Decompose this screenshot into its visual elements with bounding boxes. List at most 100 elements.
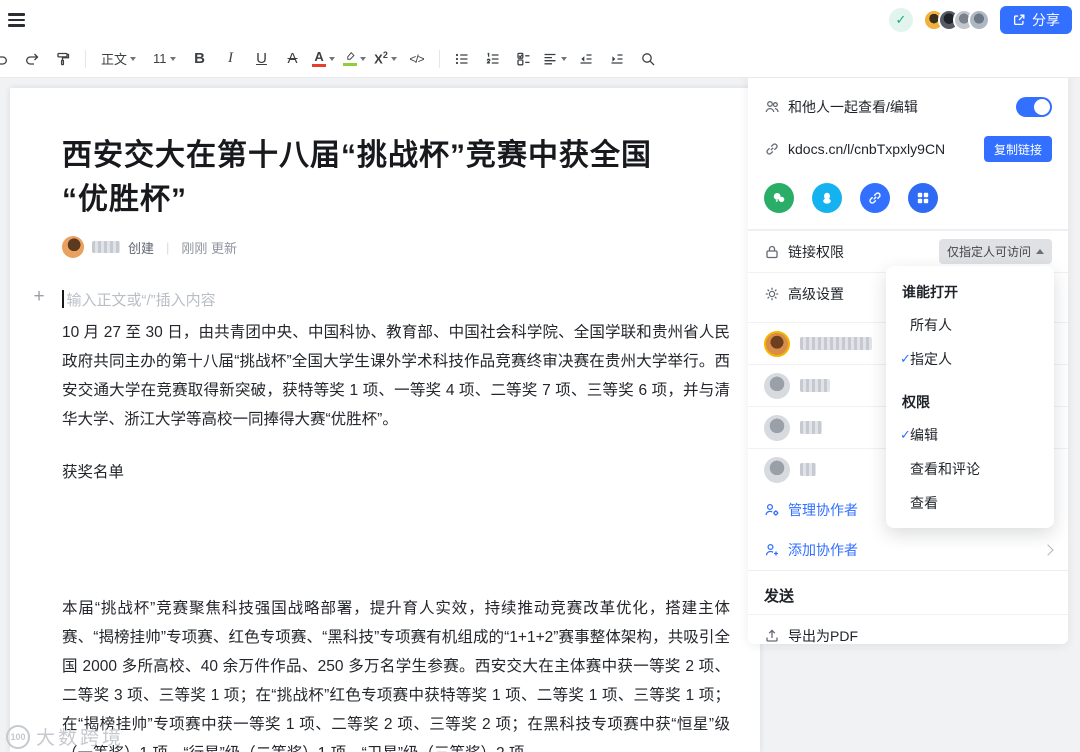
bold-button[interactable]: B [187, 46, 213, 72]
empty-paragraph[interactable]: + 输入正文或“/”插入内容 [33, 286, 730, 310]
link-icon [766, 143, 778, 155]
code-button[interactable]: </> [404, 46, 430, 72]
share-toggle-row: 和他人一起查看/编辑 [748, 87, 1068, 127]
watermark: 100 大数跨境 [6, 723, 124, 750]
document-page[interactable]: 西安交大在第十八届“挑战杯”竞赛中获全国 “优胜杯” 创建 | 刚刚 更新 + … [10, 88, 760, 752]
insert-block-button[interactable]: + [28, 286, 50, 308]
paragraph-style-value: 正文 [101, 52, 128, 67]
updated-label: 刚刚 更新 [181, 240, 238, 256]
created-label: 创建 [128, 240, 155, 256]
app-window: ✓ 分享 正文 11 B I U A A X2 </> 西安交大在第十八届“挑战… [0, 0, 1080, 752]
people-icon [765, 101, 779, 113]
option-label: 所有人 [910, 317, 952, 333]
align-dropdown[interactable] [542, 46, 568, 72]
export-pdf-row[interactable]: 导出为PDF [748, 614, 1068, 656]
format-painter-button[interactable] [50, 46, 76, 72]
share-link-url[interactable]: kdocs.cn/l/cnbTxpxly9CN [788, 141, 976, 157]
dropdown-option-specified[interactable]: ✓ 指定人 [886, 342, 1054, 376]
chevron-right-icon [1042, 544, 1054, 556]
copy-link-button[interactable]: 复制链接 [983, 136, 1052, 162]
chevron-down-icon [390, 56, 397, 61]
option-label: 查看 [910, 495, 938, 511]
format-toolbar: 正文 11 B I U A A X2 </> [0, 40, 1080, 78]
search-button[interactable] [635, 46, 661, 72]
share-button-label: 分享 [1032, 12, 1060, 28]
dropdown-option-everyone[interactable]: 所有人 [886, 308, 1054, 342]
font-size-dropdown[interactable]: 11 [147, 46, 182, 72]
superscript-button[interactable]: X2 [373, 46, 399, 72]
bullet-list-button[interactable] [449, 46, 475, 72]
link-permission-label: 链接权限 [788, 243, 844, 260]
export-pdf-icon [766, 628, 778, 642]
menu-icon[interactable] [8, 7, 34, 33]
share-link-row: kdocs.cn/l/cnbTxpxly9CN 复制链接 [748, 127, 1068, 171]
add-collaborator-icon [765, 543, 778, 556]
check-icon: ✓ [900, 427, 911, 442]
copy-link-circle-icon[interactable] [860, 183, 890, 213]
add-collaborator-label: 添加协作者 [788, 542, 858, 558]
manage-collaborators-label: 管理协作者 [788, 502, 858, 518]
chevron-down-icon [169, 56, 176, 61]
dropdown-option-view[interactable]: 查看 [886, 486, 1054, 520]
chevron-down-icon [360, 56, 367, 61]
gear-icon [765, 287, 779, 300]
chevron-down-icon [329, 56, 336, 61]
share-toggle-label: 和他人一起查看/编辑 [788, 99, 918, 115]
editor-placeholder: 输入正文或“/”插入内容 [66, 291, 216, 309]
toolbar-divider [438, 49, 440, 68]
more-apps-share-icon[interactable] [908, 183, 938, 213]
collaborator-avatar [764, 456, 790, 483]
italic-button[interactable]: I [218, 46, 244, 72]
watermark-logo: 100 [6, 724, 30, 749]
awards-heading[interactable]: 获奖名单 [62, 460, 730, 482]
dropdown-option-view-comment[interactable]: 查看和评论 [886, 452, 1054, 486]
check-icon: ✓ [900, 351, 911, 366]
creator-avatar [62, 236, 84, 258]
font-color-icon: A [312, 50, 327, 68]
highlight-button[interactable] [342, 46, 368, 72]
text-cursor [62, 290, 64, 308]
watermark-text: 大数跨境 [36, 728, 125, 749]
indent-decrease-button[interactable] [573, 46, 599, 72]
toolbar-divider [85, 49, 86, 68]
creator-name-redacted [92, 241, 120, 253]
collaborator-name-redacted [800, 379, 830, 392]
advanced-settings-label: 高级设置 [788, 285, 844, 302]
share-toggle[interactable] [1016, 97, 1052, 117]
meta-divider: | [166, 239, 170, 255]
highlight-icon [343, 51, 358, 67]
paragraph-1[interactable]: 10 月 27 至 30 日，由共青团中央、中国科协、教育部、中国社会科学院、全… [62, 318, 730, 434]
chevron-down-icon [561, 56, 568, 61]
send-section-title: 发送 [764, 588, 795, 605]
permission-dropdown: 谁能打开 所有人 ✓ 指定人 权限 ✓ 编辑 查看和评论 查看 [886, 266, 1054, 528]
collaborator-avatar [764, 330, 790, 357]
collaborator-name-redacted [800, 463, 816, 476]
numbered-list-button[interactable] [480, 46, 506, 72]
collaborator-avatar [764, 414, 790, 441]
share-button[interactable]: 分享 [1000, 6, 1072, 34]
dropdown-section-permission: 权限 [902, 394, 930, 410]
lock-icon [766, 245, 778, 258]
paragraph-style-dropdown[interactable]: 正文 [95, 46, 142, 72]
undo-button[interactable] [0, 46, 14, 72]
checklist-button[interactable] [511, 46, 537, 72]
avatar [968, 9, 990, 31]
collaborator-name-redacted [800, 337, 872, 350]
link-permission-select[interactable]: 仅指定人可访问 [938, 239, 1052, 264]
share-channels [748, 171, 1068, 229]
collaborator-avatar-group[interactable] [923, 9, 990, 31]
font-color-button[interactable]: A [311, 46, 337, 72]
indent-increase-button[interactable] [604, 46, 630, 72]
strikethrough-button[interactable]: A [280, 46, 306, 72]
paragraph-2[interactable]: 本届“挑战杯”竞赛聚焦科技强国战略部署，提升育人实效，持续推动竞赛改革优化，搭建… [62, 594, 730, 752]
collaborator-name-redacted [800, 421, 822, 434]
redo-button[interactable] [19, 46, 45, 72]
collaborator-avatar [764, 372, 790, 399]
chevron-down-icon [130, 56, 137, 61]
qq-share-icon[interactable] [812, 183, 842, 213]
dropdown-option-edit[interactable]: ✓ 编辑 [886, 418, 1054, 452]
underline-button[interactable]: U [249, 46, 275, 72]
wechat-share-icon[interactable] [764, 183, 794, 213]
add-collaborator-row[interactable]: 添加协作者 [748, 530, 1068, 570]
topbar-right-cluster: ✓ 分享 [889, 6, 1072, 34]
